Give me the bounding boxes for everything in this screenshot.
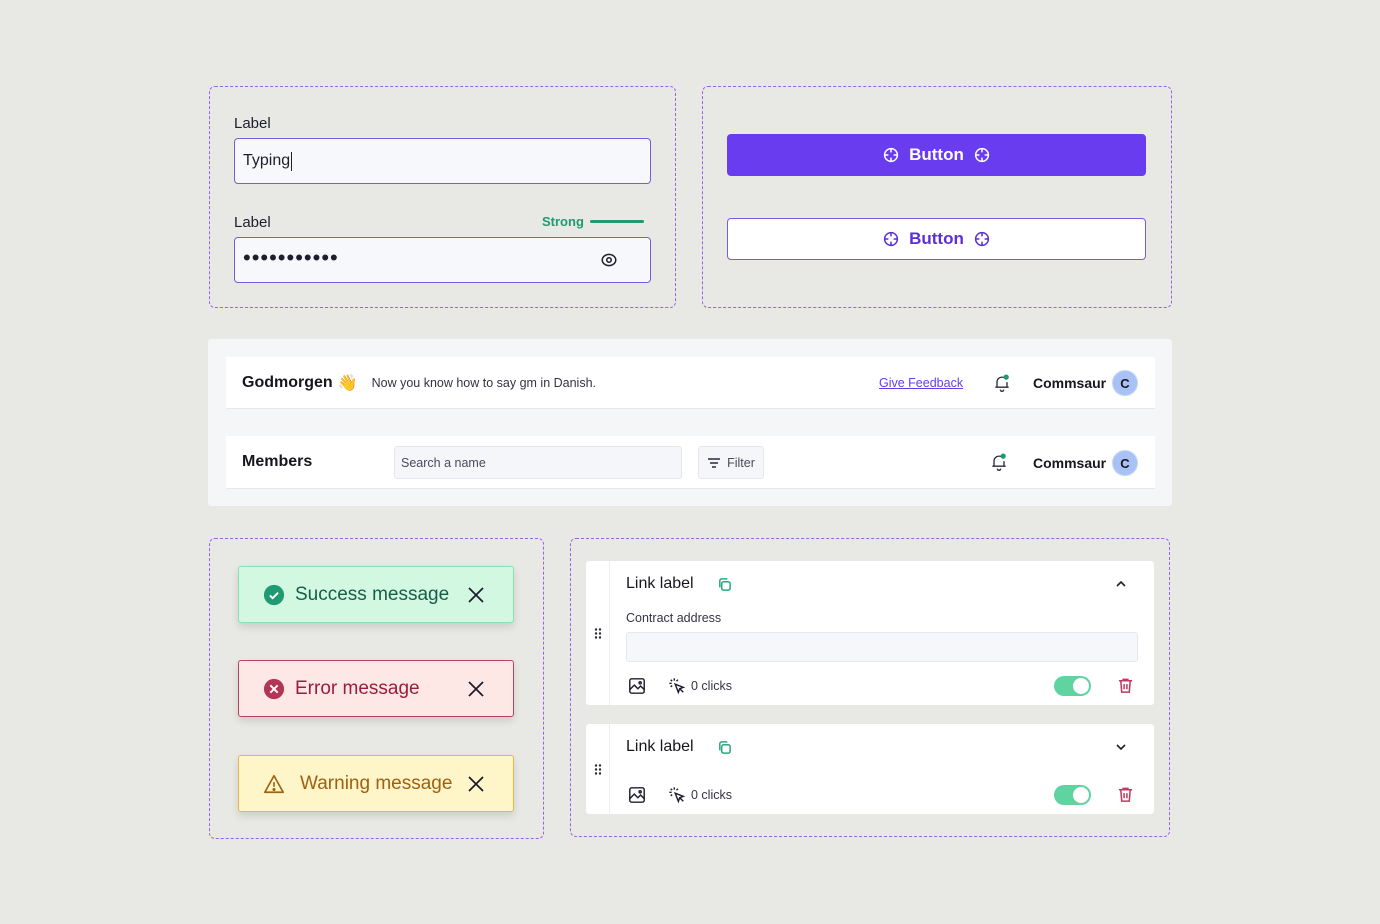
- enable-toggle[interactable]: [1054, 785, 1091, 805]
- password-input[interactable]: •••••••••••: [234, 237, 651, 283]
- contract-address-label: Contract address: [626, 611, 722, 625]
- crosshair-icon: [974, 231, 989, 247]
- crosshair-icon: [883, 147, 899, 163]
- password-strength-bar: [589, 220, 644, 223]
- link-title: Link label: [626, 575, 694, 592]
- username: Commsaur: [1033, 375, 1107, 391]
- password-field-label: Label: [234, 214, 271, 231]
- close-icon[interactable]: [467, 680, 485, 698]
- check-circle-icon: [263, 584, 285, 605]
- members-bar: Members: [226, 436, 1155, 489]
- copy-icon[interactable]: [717, 577, 732, 592]
- clicks-count: 0 clicks: [691, 788, 732, 802]
- greeting-subtitle: Now you know how to say gm in Danish.: [371, 375, 597, 390]
- warning-message: Warning message: [300, 772, 453, 794]
- eye-icon[interactable]: [600, 251, 618, 269]
- copy-icon[interactable]: [717, 740, 732, 755]
- give-feedback-link[interactable]: Give Feedback: [879, 376, 963, 390]
- text-input[interactable]: Typing: [234, 138, 651, 184]
- bell-notification-icon[interactable]: [989, 452, 1009, 472]
- text-field-label: Label: [234, 115, 271, 132]
- avatar[interactable]: C: [1112, 450, 1138, 476]
- crosshair-icon: [883, 231, 899, 247]
- search-placeholder: Search a name: [401, 455, 486, 470]
- secondary-button[interactable]: Button: [727, 218, 1146, 260]
- search-input[interactable]: Search a name: [394, 446, 682, 479]
- password-strength-indicator: Strong: [542, 214, 644, 229]
- text-caret: [291, 151, 293, 171]
- error-toast: Error message: [238, 660, 514, 717]
- password-input-value: •••••••••••: [243, 245, 339, 270]
- image-icon[interactable]: [628, 677, 646, 695]
- success-toast: Success message: [238, 566, 514, 623]
- wave-emoji-icon: 👋: [337, 374, 358, 392]
- image-icon[interactable]: [628, 786, 646, 804]
- greeting-title: Godmorgen: [242, 373, 333, 391]
- link-card: Link label Contract address 0 clicks: [586, 561, 1154, 705]
- success-message: Success message: [295, 583, 450, 605]
- warning-triangle-icon: [264, 774, 284, 793]
- x-circle-icon: [263, 678, 285, 699]
- trash-icon[interactable]: [1117, 786, 1134, 803]
- contract-address-input[interactable]: [626, 632, 1138, 662]
- password-strength-text: Strong: [542, 214, 584, 229]
- drag-handle-icon[interactable]: [586, 724, 610, 814]
- filter-icon: [708, 457, 721, 468]
- link-title: Link label: [626, 738, 694, 755]
- members-title: Members: [242, 453, 313, 470]
- drag-handle-icon[interactable]: [586, 561, 610, 705]
- secondary-button-label: Button: [909, 229, 964, 248]
- chevron-up-icon[interactable]: [1114, 577, 1128, 591]
- filter-label: Filter: [727, 455, 755, 470]
- close-icon[interactable]: [467, 586, 485, 604]
- username: Commsaur: [1033, 455, 1107, 471]
- error-message: Error message: [295, 677, 420, 699]
- link-card: Link label 0 clicks: [586, 724, 1154, 814]
- warning-toast: Warning message: [238, 755, 514, 812]
- cursor-click-icon: [669, 787, 686, 804]
- close-icon[interactable]: [467, 775, 485, 793]
- clicks-count: 0 clicks: [691, 679, 732, 693]
- crosshair-icon: [974, 147, 989, 163]
- cursor-click-icon: [669, 678, 686, 695]
- bell-notification-icon[interactable]: [992, 373, 1012, 393]
- avatar[interactable]: C: [1112, 370, 1138, 396]
- filter-button[interactable]: Filter: [698, 446, 764, 479]
- enable-toggle[interactable]: [1054, 676, 1091, 696]
- trash-icon[interactable]: [1117, 677, 1134, 694]
- primary-button[interactable]: Button: [727, 134, 1146, 176]
- buttons-panel: [702, 86, 1172, 308]
- greeting-bar: Godmorgen 👋 Now you know how to say gm i…: [226, 357, 1155, 409]
- text-input-value: Typing: [243, 152, 291, 169]
- chevron-down-icon[interactable]: [1114, 740, 1128, 754]
- primary-button-label: Button: [909, 145, 964, 164]
